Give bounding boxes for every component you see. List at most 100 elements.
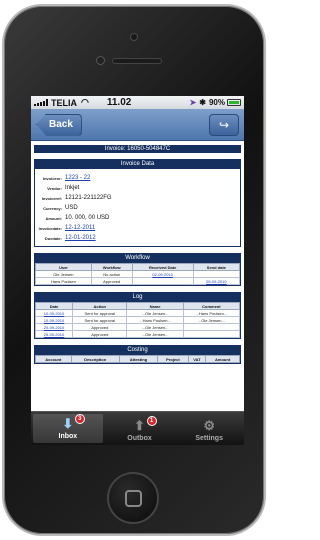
tab-label: Outbox (127, 435, 152, 442)
tab-label: Inbox (58, 433, 78, 440)
location-icon: ➤ (189, 98, 197, 107)
sensor-dot (130, 33, 138, 41)
status-bar: TELIA ◠ 11.02 ➤ ✱ 90% (31, 96, 244, 109)
gear-icon: ⚙ (203, 418, 215, 433)
home-button[interactable] (107, 472, 159, 524)
workflow-row: Hans Poulsen Approved 05-09-2010 (35, 277, 241, 285)
carrier-name: TELIA (51, 97, 77, 108)
log-cell: ...Hans Poulsen... (126, 316, 184, 324)
invoice-field-label: Invoicedate: (38, 225, 62, 231)
log-cell: ...Ole Jensen... (126, 330, 184, 338)
tab-badge: 1 (146, 416, 157, 426)
invoice-field-row: Amount: 10. 000, 00 USD (35, 213, 240, 223)
invoice-field-value: Inkjet (65, 185, 80, 191)
back-button[interactable]: Back (36, 113, 82, 136)
invoice-field-value: USD (65, 205, 78, 211)
workflow-cell: Ole Jensen (35, 270, 92, 278)
bluetooth-icon: ✱ (199, 98, 206, 107)
front-camera (96, 56, 105, 65)
invoice-field-label: Amount: (45, 215, 62, 221)
battery-percent: 90% (208, 98, 225, 107)
costing-section: Costing Account Description Attesting Proje… (34, 345, 241, 364)
costing-table: Account Description Attesting Project VAT Amo… (35, 355, 240, 363)
log-cell: Approved (72, 330, 128, 338)
log-column-header: Date (34, 302, 74, 310)
app-screen: TELIA ◠ 11.02 ➤ ✱ 90% Back ↪ Invoice: 16… (31, 96, 244, 445)
signal-icon (34, 99, 48, 106)
log-cell: Sent for approval (72, 309, 128, 317)
costing-column-header: Description (70, 355, 120, 363)
invoice-field-label: Invoicenr: (42, 175, 62, 181)
invoice-field-label: Invoiceref: (41, 195, 62, 201)
log-column-header: Comment (182, 302, 241, 310)
costing-column-header: Account (35, 355, 72, 363)
workflow-cell: Hans Poulsen (35, 277, 92, 285)
costing-column-header: Attesting (118, 355, 159, 363)
workflow-cell[interactable]: 02-09-2010 (131, 270, 194, 278)
tab-badge: 3 (74, 414, 85, 424)
battery-indicator: 90% (209, 98, 241, 107)
log-cell: ...Ole Jensen... (126, 323, 184, 331)
invoice-field-value: 12121-221122FG (65, 195, 112, 201)
invoice-field-value[interactable]: 12-01-2012 (65, 235, 96, 241)
share-icon: ↪ (218, 117, 230, 132)
workflow-column-header: User (35, 263, 92, 271)
log-row: 25-09-2010 Approved ...Ole Jensen... (34, 330, 241, 338)
workflow-column-header: Send date (192, 263, 241, 271)
log-cell[interactable]: 20-09-2010 (34, 323, 74, 331)
invoice-field-row: Currency: USD (35, 203, 240, 213)
tab-inbox[interactable]: ⬇ 3 Inbox (33, 414, 103, 443)
log-table: Date Action Name Comment 10-09-2010 Sent for… (34, 302, 241, 338)
log-row: 10-09-2010 Sent for approval ...Hans Pouls… (34, 316, 241, 324)
workflow-section: Workflow User Workflow Received Date Send d… (34, 253, 241, 286)
workflow-table: User Workflow Received Date Send date Ole J… (35, 263, 241, 285)
tab-label: Settings (195, 435, 223, 442)
tab-bar: ⬇ 3 Inbox ⬆ 1 Outbox ⚙ Settings (31, 411, 244, 445)
log-cell: Sent for approval (72, 316, 128, 324)
log-cell: ...Ole Jensen... (126, 309, 184, 317)
invoice-data-list: Invoicenr: 1223 - 22 Vendor: Inkjet Invoicer… (35, 169, 240, 246)
log-column-header: Name (126, 302, 184, 310)
log-cell: ...Hans Poulsen... (182, 309, 241, 317)
log-cell (182, 323, 241, 331)
workflow-cell (192, 270, 241, 278)
log-cell[interactable]: 10-09-2010 (34, 309, 74, 317)
invoice-content[interactable]: Invoice: 16050-504847C Invoice Data Invo… (31, 141, 244, 411)
log-heading: Log (35, 293, 240, 302)
invoice-data-section: Invoice Data Invoicenr: 1223 - 22 Vendor: I… (34, 159, 241, 247)
inbox-icon: ⬇ 3 (59, 414, 85, 431)
log-cell: Approved (72, 323, 128, 331)
invoice-field-value[interactable]: 1223 - 22 (65, 175, 90, 181)
costing-column-header: Amount (205, 355, 240, 363)
log-cell[interactable]: 10-09-2010 (34, 316, 74, 324)
costing-heading: Costing (35, 346, 240, 355)
log-row: 10-09-2010 Sent for approval ...Ole Jensen… (34, 309, 241, 317)
share-button[interactable]: ↪ (209, 113, 239, 136)
invoice-field-label: Duedate: (44, 235, 62, 241)
invoice-field-row: Invoicenr: 1223 - 22 (35, 173, 240, 183)
workflow-column-header: Received Date (131, 263, 194, 271)
invoice-data-heading: Invoice Data (35, 160, 240, 169)
invoice-field-row: Duedate: 12-01-2012 (35, 233, 240, 243)
tab-settings[interactable]: ⚙ Settings (174, 412, 244, 445)
workflow-cell: Approved (90, 277, 133, 285)
invoice-field-row: Invoiceref: 12121-221122FG (35, 193, 240, 203)
costing-column-header: Project (157, 355, 189, 363)
log-cell (182, 330, 241, 338)
home-button-icon (125, 490, 142, 507)
invoice-field-row: Vendor: Inkjet (35, 183, 240, 193)
workflow-row: Ole Jensen No action 02-09-2010 (35, 270, 241, 278)
invoice-field-value: 10. 000, 00 USD (65, 215, 110, 221)
invoice-field-value[interactable]: 12-12-2011 (65, 225, 95, 231)
outbox-icon: ⬆ 1 (131, 416, 157, 433)
log-column-header: Action (72, 302, 128, 310)
log-row: 20-09-2010 Approved ...Ole Jensen... (34, 323, 241, 331)
workflow-cell[interactable]: 05-09-2010 (192, 277, 241, 285)
clock: 11.02 (106, 97, 132, 108)
costing-column-header: VAT (187, 355, 207, 363)
tab-outbox[interactable]: ⬆ 1 Outbox (105, 412, 175, 445)
invoice-field-label: Vendor: (47, 185, 62, 191)
log-section: Log Date Action Name Comment 10-09-2010 Sent… (34, 292, 241, 339)
invoice-title: Invoice: 16050-504847C (34, 145, 241, 153)
log-cell[interactable]: 25-09-2010 (34, 330, 74, 338)
